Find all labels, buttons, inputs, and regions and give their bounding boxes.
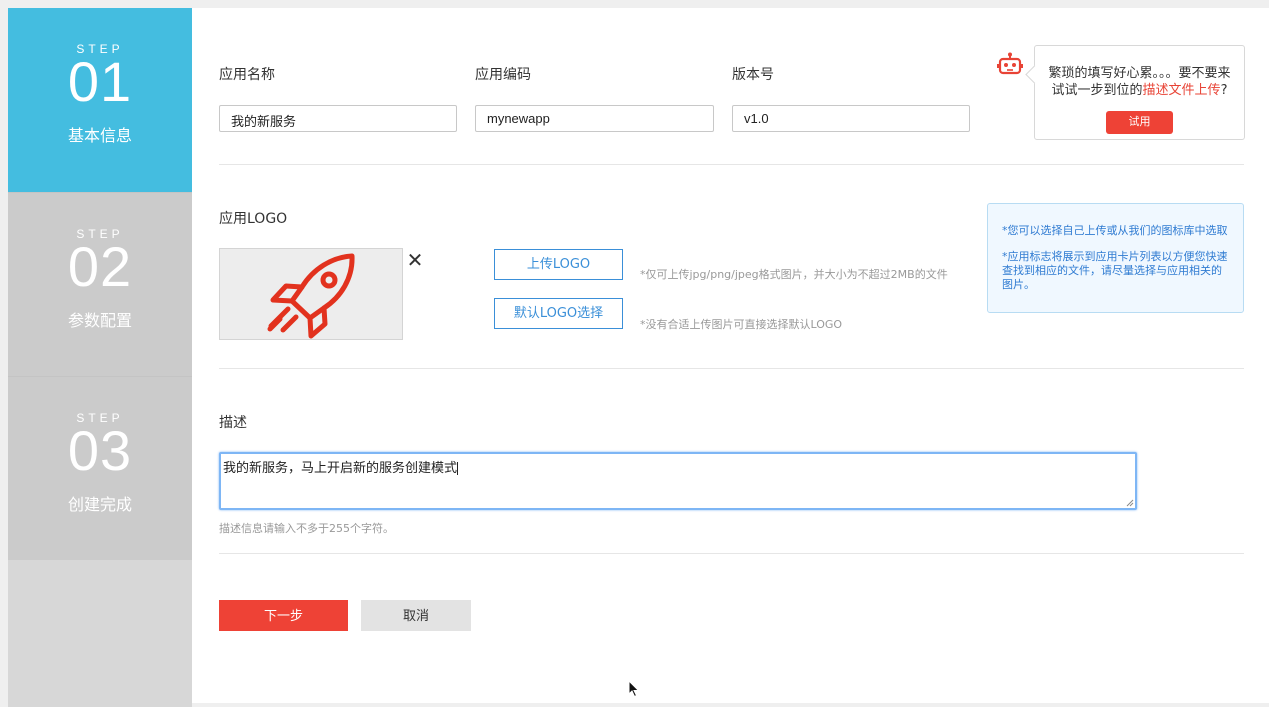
- form-panel: 应用名称 我的新服务 应用编码 mynewapp 版本号 v1.0 繁琐的填写好…: [192, 8, 1269, 703]
- tip-suffix: ?: [1220, 83, 1228, 98]
- description-text: 我的新服务，马上开启新的服务创建模式: [223, 461, 458, 476]
- tip-line-1: 繁琐的填写好心累。。。要不要来: [1048, 66, 1231, 81]
- step-2[interactable]: STEP 02 参数配置: [8, 192, 192, 376]
- step-name: 参数配置: [67, 311, 132, 330]
- info-line-1: *您可以选择自己上传或从我们的图标库中选取: [1002, 224, 1228, 237]
- description-label: 描述: [219, 415, 247, 431]
- default-logo-hint: *没有合适上传图片可直接选择默认LOGO: [640, 318, 843, 331]
- next-step-button[interactable]: 下一步: [219, 600, 348, 631]
- upload-tip-popover: 繁琐的填写好心累。。。要不要来 试试一步到位的描述文件上传? 试用: [1034, 45, 1245, 140]
- description-hint: 描述信息请输入不多于255个字符。: [219, 522, 394, 535]
- cancel-button[interactable]: 取消: [361, 600, 471, 631]
- step-name: 基本信息: [67, 126, 132, 145]
- upload-logo-button[interactable]: 上传LOGO: [494, 249, 623, 280]
- step-number: 03: [67, 419, 133, 482]
- divider: [219, 368, 1244, 369]
- logo-preview[interactable]: [219, 248, 403, 340]
- step-3[interactable]: STEP 03 创建完成: [8, 376, 192, 560]
- resize-handle-icon[interactable]: [1126, 499, 1134, 507]
- app-name-input[interactable]: 我的新服务: [219, 105, 457, 132]
- app-name-label: 应用名称: [219, 67, 275, 83]
- app-code-label: 应用编码: [475, 67, 531, 83]
- version-input[interactable]: v1.0: [732, 105, 970, 132]
- text-caret: [457, 462, 459, 475]
- app-code-input[interactable]: mynewapp: [475, 105, 714, 132]
- close-icon[interactable]: ✕: [405, 250, 425, 271]
- version-label: 版本号: [732, 67, 774, 83]
- divider: [219, 164, 1244, 165]
- logo-label: 应用LOGO: [219, 211, 288, 227]
- tip-line-2: 试试一步到位的描述文件上传?: [1035, 82, 1244, 99]
- upload-hint: *仅可上传jpg/png/jpeg格式图片，并大小为不超过2MB的文件: [640, 268, 948, 281]
- rocket-icon: [267, 253, 355, 339]
- step-1[interactable]: STEP 01 基本信息: [8, 8, 192, 192]
- tip-prefix: 试试一步到位的: [1051, 83, 1143, 98]
- description-file-upload-link[interactable]: 描述文件上传: [1143, 83, 1221, 98]
- mouse-cursor-icon: [628, 680, 640, 698]
- step-number: 02: [67, 235, 133, 298]
- info-line-2: *应用标志将展示到应用卡片列表以方便您快速查找到相应的文件，请尽量选择与应用相关…: [1002, 250, 1228, 291]
- divider: [219, 553, 1244, 554]
- description-textarea[interactable]: 我的新服务，马上开启新的服务创建模式: [219, 452, 1137, 510]
- try-button[interactable]: 试用: [1106, 111, 1173, 134]
- logo-info-box: *您可以选择自己上传或从我们的图标库中选取 *应用标志将展示到应用卡片列表以方便…: [987, 203, 1244, 313]
- step-name: 创建完成: [67, 495, 132, 514]
- robot-icon: [997, 52, 1023, 75]
- default-logo-button[interactable]: 默认LOGO选择: [494, 298, 623, 329]
- step-sidebar: STEP 01 基本信息 STEP 02 参数配置 STEP 03 创建完成: [8, 8, 192, 707]
- step-number: 01: [67, 50, 133, 113]
